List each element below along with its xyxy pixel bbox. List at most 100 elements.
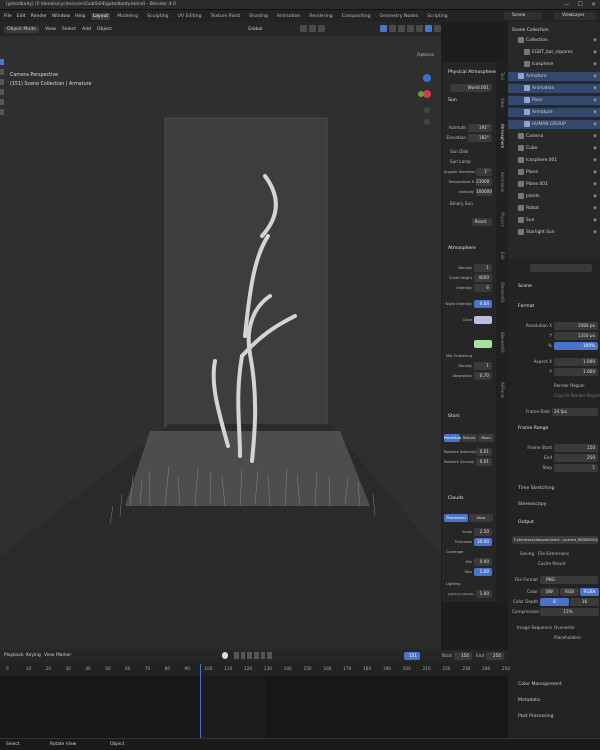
menu-window[interactable]: Window (52, 14, 70, 19)
outliner-item[interactable]: Cube ◉ (508, 144, 600, 153)
gizmo-icon[interactable] (389, 25, 396, 32)
visibility-eye-icon[interactable]: ◉ (593, 60, 597, 69)
density-field[interactable]: 1 (474, 264, 492, 272)
visibility-eye-icon[interactable]: ◉ (593, 84, 597, 93)
post-processing-header[interactable]: Post Processing (518, 714, 554, 719)
tab-shading[interactable]: Shading (247, 13, 270, 20)
aspect-y-field[interactable]: 1.000 (554, 368, 598, 376)
overwrite-checkbox[interactable]: Overwrite (554, 624, 575, 632)
visibility-eye-icon[interactable]: ◉ (593, 72, 597, 81)
proportional-icon[interactable] (309, 25, 316, 32)
compression-slider[interactable]: 15% (540, 608, 599, 616)
navigation-gizmo[interactable] (418, 70, 436, 130)
mie-absorption-field[interactable]: 0.70 (474, 372, 492, 380)
sidebar-tab-blenderkit[interactable]: BlenderKit (500, 282, 505, 303)
z-axis-icon[interactable] (423, 74, 431, 82)
transform-orientation-dropdown[interactable]: Global (248, 27, 263, 32)
tab-rendering[interactable]: Rendering (307, 13, 334, 20)
frame-step-field[interactable]: 1 (554, 464, 598, 472)
menu-file[interactable]: File (4, 14, 12, 19)
sidebar-tab-arpanel[interactable]: ARPanel (500, 382, 505, 398)
visibility-icon[interactable] (380, 25, 387, 32)
wireframe-icon[interactable] (416, 25, 423, 32)
outliner-item[interactable]: EGBT_bar_squares ◉ (508, 48, 600, 57)
color-depth-16-button[interactable]: 16 (570, 598, 599, 606)
pan-icon[interactable] (424, 119, 430, 125)
atmosphere-color-swatch[interactable] (474, 316, 492, 324)
outliner-item[interactable]: Armature ◉ (508, 72, 600, 81)
zoom-icon[interactable] (424, 107, 430, 113)
stars-tab-texture[interactable]: Texture (461, 434, 477, 442)
sidebar-tab-edit[interactable]: Edit (500, 252, 505, 260)
frame-range-header[interactable]: Frame Range (518, 426, 548, 431)
color-depth-8-button[interactable]: 8 (540, 598, 569, 606)
tab-layout[interactable]: Layout (90, 12, 111, 20)
tab-geometry-nodes[interactable]: Geometry Nodes (378, 13, 421, 20)
frame-end-field[interactable]: 250 (554, 454, 598, 462)
view-menu[interactable]: View (45, 27, 56, 32)
outliner-scene-collection[interactable]: Scene Collection (508, 26, 600, 35)
lighting-intensity-field[interactable]: 1.00 (476, 590, 492, 598)
close-button[interactable]: ✕ (591, 1, 596, 8)
res-y-field[interactable]: 1350 px (554, 332, 598, 340)
crop-region-checkbox[interactable]: Crop to Render Region (554, 392, 600, 400)
outliner-item[interactable]: HUMAN GROUP ◉ (508, 120, 600, 129)
select-menu[interactable]: Select (62, 27, 76, 32)
menu-edit[interactable]: Edit (17, 14, 26, 19)
outliner-item[interactable]: Animation ◉ (508, 84, 600, 93)
outliner-item[interactable]: Sun ◉ (508, 216, 600, 225)
object-mode-dropdown[interactable]: Object Mode (4, 25, 39, 33)
stars-tab-moon[interactable]: Moon (478, 434, 494, 442)
material-icon[interactable] (434, 25, 441, 32)
visibility-eye-icon[interactable]: ◉ (593, 132, 597, 141)
sidebar-tab-physics[interactable]: Physics (500, 212, 505, 227)
visibility-eye-icon[interactable]: ◉ (593, 228, 597, 237)
output-path-field[interactable]: F:\dendrocycles\scen\GobS...\scene4_REND… (512, 536, 598, 544)
clouds-tab-atlas[interactable]: Atlas (469, 514, 493, 522)
stereoscopy-header[interactable]: Stereoscopy (518, 502, 546, 507)
angular-diameter-field[interactable]: 1° (476, 168, 492, 176)
tab-uv-editing[interactable]: UV Editing (176, 13, 204, 20)
thickness-field[interactable]: 30.00 (474, 538, 492, 546)
playhead[interactable] (200, 664, 201, 738)
color-management-header[interactable]: Color Management (518, 682, 562, 687)
menu-help[interactable]: Help (75, 14, 85, 19)
tab-texture-paint[interactable]: Texture Paint (209, 13, 243, 20)
y-axis-icon[interactable] (418, 91, 424, 97)
tab-sculpting[interactable]: Sculpting (145, 13, 170, 20)
sun-intensity-field[interactable]: 100000 (476, 188, 492, 196)
azimuth-field[interactable]: 191° (468, 124, 492, 132)
3d-viewport[interactable]: Object Mode View Select Add Object Globa… (0, 22, 441, 650)
overlay-icon[interactable] (398, 25, 405, 32)
sidebar-tab-animation[interactable]: Animation (500, 172, 505, 192)
mie-density-field[interactable]: 1 (474, 362, 492, 370)
res-x-field[interactable]: 1080 px (554, 322, 598, 330)
sidebar-tab-tool[interactable]: Tool (500, 72, 505, 80)
maximize-button[interactable]: ☐ (578, 1, 583, 8)
aspect-x-field[interactable]: 1.000 (554, 358, 598, 366)
scene-selector[interactable]: Scene (504, 12, 542, 20)
object-menu[interactable]: Object (97, 27, 112, 32)
stars-tab-procedural[interactable]: Procedural (444, 434, 462, 442)
snap-icon[interactable] (300, 25, 307, 32)
binary-sun-checkbox[interactable]: Binary Sun (450, 200, 473, 208)
frame-start-field[interactable]: 150 (554, 444, 598, 452)
minimize-button[interactable]: — (564, 1, 570, 8)
coverage-min-field[interactable]: 0.00 (474, 558, 492, 566)
file-format-dropdown[interactable]: PNG (540, 576, 598, 584)
time-stretching-header[interactable]: Time Stretching (518, 486, 554, 491)
coverage-max-field[interactable]: 1.00 (474, 568, 492, 576)
visibility-eye-icon[interactable]: ◉ (593, 180, 597, 189)
sidebar-tab-view[interactable]: View (500, 98, 505, 108)
visibility-eye-icon[interactable]: ◉ (593, 192, 597, 201)
solid-icon[interactable] (425, 25, 432, 32)
outliner-item[interactable]: Plane.001 ◉ (508, 180, 600, 189)
output-header[interactable]: Output (518, 520, 534, 525)
visibility-eye-icon[interactable]: ◉ (593, 120, 597, 129)
color-rgb-button[interactable]: RGB (560, 588, 579, 596)
file-extensions-checkbox[interactable]: File Extensions (538, 550, 569, 558)
sun-disk-checkbox[interactable]: Sun Disk (450, 148, 468, 156)
outliner-item[interactable]: Pose ◉ (508, 96, 600, 105)
color-bw-button[interactable]: BW (540, 588, 559, 596)
visibility-eye-icon[interactable]: ◉ (593, 156, 597, 165)
